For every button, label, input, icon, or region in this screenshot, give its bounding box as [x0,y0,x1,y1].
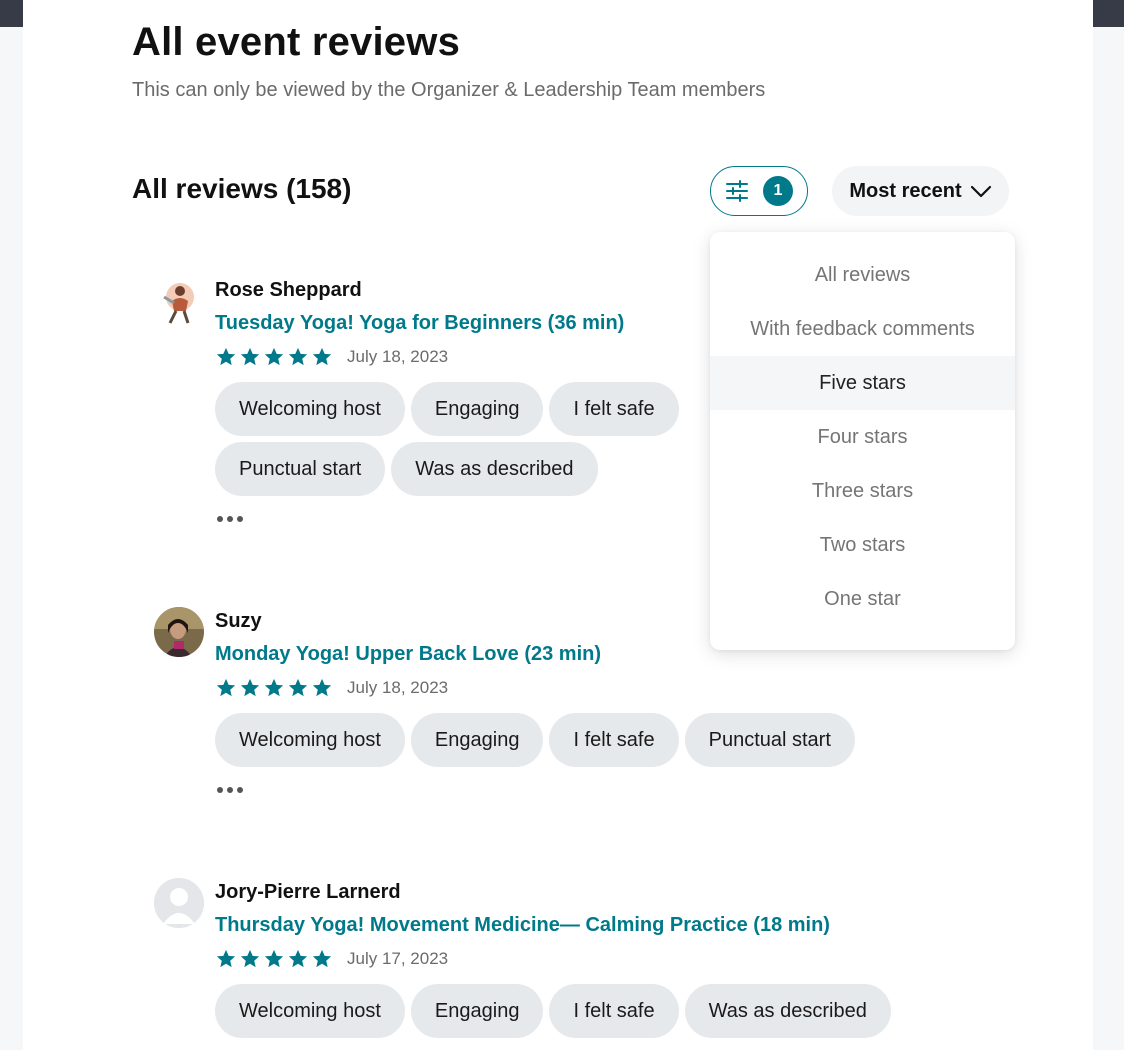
star-icon [312,678,332,697]
star-rating [215,346,333,368]
tag-chip: I felt safe [549,713,679,767]
tag-chip: Welcoming host [215,984,405,1038]
default-user-icon [154,878,204,928]
more-options-button[interactable] [215,783,245,797]
menu-item-four-stars[interactable]: Four stars [710,410,1015,464]
tag-chip: Welcoming host [215,713,405,767]
window-frame-left [0,0,23,27]
event-link[interactable]: Tuesday Yoga! Yoga for Beginners (36 min… [215,312,624,335]
star-icon [288,347,308,366]
menu-item-label: Five stars [819,371,906,394]
avatar[interactable] [154,279,204,329]
tag-chip: I felt safe [549,984,679,1038]
star-icon [312,949,332,968]
star-rating [215,677,333,699]
menu-item-label: One star [824,587,901,610]
menu-item-label: Two stars [819,533,906,556]
review-tags: Welcoming host Engaging I felt safe Punc… [215,382,735,496]
menu-item-two-stars[interactable]: Two stars [710,518,1015,572]
tag-chip: Engaging [410,984,544,1038]
star-icon [312,347,332,366]
tag-chip: Welcoming host [215,382,405,436]
sort-label: Most recent [849,179,962,202]
star-icon [264,949,284,968]
tag-chip: Was as described [391,442,598,496]
tag-chip: Engaging [410,713,544,767]
rating-row: July 18, 2023 [215,346,448,368]
reviewer-name[interactable]: Suzy [215,610,262,633]
menu-item-label: Three stars [811,479,914,502]
filter-button[interactable]: 1 [710,166,808,216]
star-icon [288,949,308,968]
menu-item-one-star[interactable]: One star [710,572,1015,626]
tag-chip: I felt safe [549,382,679,436]
avatar[interactable] [154,607,204,657]
star-icon [240,347,260,366]
tag-chip: Punctual start [215,442,386,496]
window-frame-right [1093,0,1124,27]
reviews-count-heading: All reviews (158) [132,173,352,204]
filter-count-badge: 1 [763,176,793,206]
menu-item-with-feedback[interactable]: With feedback comments [710,302,1015,356]
star-icon [264,347,284,366]
reviewer-illustration-icon [154,279,204,329]
star-rating [215,948,333,970]
reviewer-photo-icon [154,607,204,657]
rating-row: July 17, 2023 [215,948,448,970]
menu-item-all-reviews[interactable]: All reviews [710,248,1015,302]
review-tags: Welcoming host Engaging I felt safe Punc… [215,713,975,767]
menu-item-label: With feedback comments [750,317,975,340]
dot [237,787,243,793]
reviews-panel: All event reviews This can only be viewe… [23,0,1093,1050]
dot [217,516,223,522]
page-title: All event reviews [132,20,461,64]
review-date: July 17, 2023 [347,949,449,968]
menu-item-label: All reviews [814,263,911,286]
tag-chip: Engaging [410,382,544,436]
page-subtitle: This can only be viewed by the Organizer… [132,79,766,101]
review-date: July 18, 2023 [347,678,449,697]
sort-dropdown-button[interactable]: Most recent [832,166,1009,216]
rating-row: July 18, 2023 [215,677,448,699]
sliders-icon [726,180,748,202]
review-tags: Welcoming host Engaging I felt safe Was … [215,984,975,1038]
menu-item-five-stars[interactable]: Five stars [710,356,1015,410]
star-icon [240,678,260,697]
star-icon [216,678,236,697]
dot [227,516,233,522]
dot [237,516,243,522]
chevron-down-icon [970,185,991,198]
reviewer-name[interactable]: Jory-Pierre Larnerd [215,881,401,904]
review-date: July 18, 2023 [347,347,449,366]
tag-chip: Was as described [684,984,891,1038]
more-options-button[interactable] [215,512,245,526]
review-card: Jory-Pierre Larnerd Thursday Yoga! Movem… [154,878,1054,1050]
menu-item-three-stars[interactable]: Three stars [710,464,1015,518]
dot [217,787,223,793]
tag-chip: Punctual start [684,713,855,767]
rating-filter-menu: All reviews With feedback comments Five … [710,232,1015,650]
menu-item-label: Four stars [817,425,908,448]
avatar[interactable] [154,878,204,928]
star-icon [216,347,236,366]
star-icon [216,949,236,968]
event-link[interactable]: Thursday Yoga! Movement Medicine— Calmin… [215,914,830,937]
reviewer-name[interactable]: Rose Sheppard [215,279,362,302]
star-icon [288,678,308,697]
star-icon [240,949,260,968]
event-link[interactable]: Monday Yoga! Upper Back Love (23 min) [215,643,601,666]
dot [227,787,233,793]
star-icon [264,678,284,697]
